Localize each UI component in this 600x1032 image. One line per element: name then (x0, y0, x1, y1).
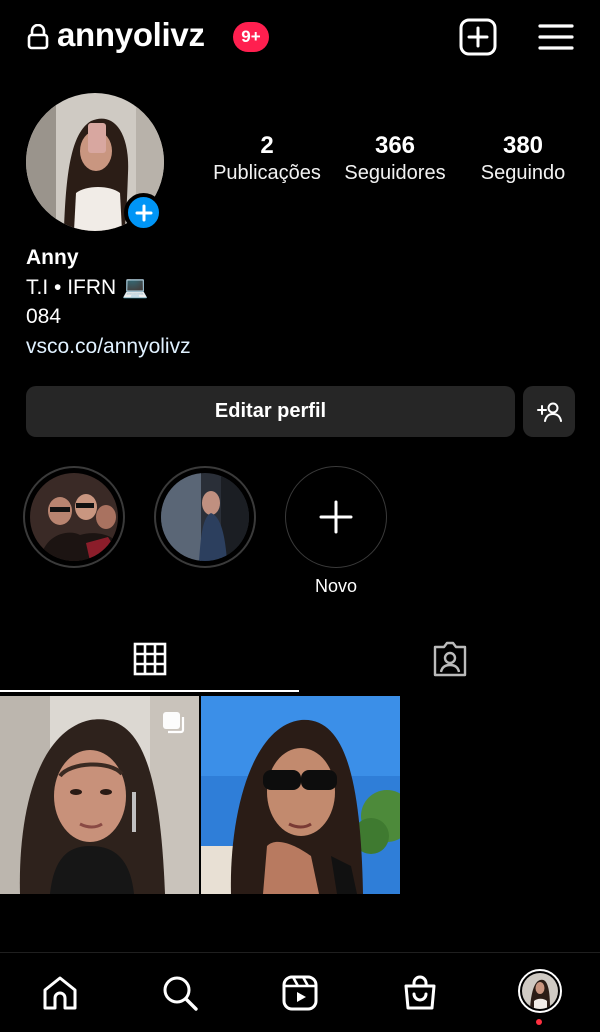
bottom-navigation (0, 952, 600, 1032)
search-icon (163, 976, 198, 1011)
discover-people-button[interactable] (523, 386, 575, 437)
home-icon (43, 976, 77, 1010)
shop-icon (404, 975, 436, 1010)
notification-dot (536, 1019, 542, 1025)
post-thumbnail[interactable] (201, 696, 400, 894)
profile-stats: 2 Publicações 366 Seguidores 380 Seguind… (200, 132, 590, 192)
nav-reels-button[interactable] (278, 971, 322, 1015)
plus-icon (319, 500, 353, 534)
reels-icon (282, 975, 318, 1011)
new-highlight-button[interactable] (285, 466, 387, 568)
nav-profile-button[interactable] (518, 969, 562, 1013)
plus-icon (135, 204, 152, 221)
bio-line: 084 (26, 305, 62, 328)
create-post-button[interactable] (458, 18, 498, 56)
edit-profile-button[interactable]: Editar perfil (26, 386, 515, 437)
username-switcher[interactable]: annyolivz (57, 16, 205, 54)
top-bar: annyolivz 9+ (0, 0, 600, 78)
following-count[interactable]: 380 Seguindo (458, 132, 588, 185)
menu-button[interactable] (536, 18, 576, 56)
display-name: Anny (26, 246, 79, 269)
add-person-icon (537, 402, 562, 422)
tab-posts-grid[interactable] (0, 625, 300, 693)
nav-search-button[interactable] (158, 971, 202, 1015)
new-highlight-label: Novo (314, 576, 358, 596)
nav-shop-button[interactable] (398, 971, 442, 1015)
story-highlight[interactable] (154, 466, 256, 568)
story-highlight[interactable] (23, 466, 125, 568)
nav-home-button[interactable] (38, 971, 82, 1015)
followers-count[interactable]: 366 Seguidores (330, 132, 460, 185)
add-story-button[interactable] (124, 193, 163, 232)
bio-line: T.I • IFRN 💻 (26, 275, 149, 299)
posts-count[interactable]: 2 Publicações (202, 132, 332, 185)
notification-badge[interactable]: 9+ (233, 22, 269, 52)
profile-bio: Anny T.I • IFRN 💻 084 vsco.co/annyolivz (26, 243, 191, 361)
tab-tagged[interactable] (300, 625, 600, 693)
bio-link[interactable]: vsco.co/annyolivz (26, 332, 191, 362)
lock-icon (27, 24, 49, 50)
active-tab-indicator (0, 690, 299, 692)
grid-icon (133, 642, 167, 676)
multiple-photos-icon (163, 712, 185, 734)
tagged-person-icon (433, 641, 467, 677)
avatar (522, 973, 558, 1009)
